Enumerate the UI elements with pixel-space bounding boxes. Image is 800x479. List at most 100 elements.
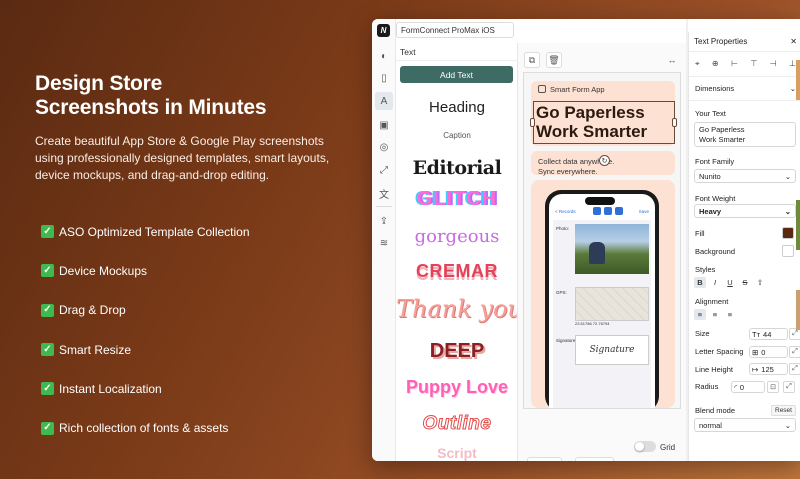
feature-label: Rich collection of fonts & assets (59, 421, 229, 436)
preset-thank-you[interactable]: Thank you (396, 295, 517, 323)
position-align-row: ⌖ ⊕ ⊢ ⊤ ⊣ ⊥ (689, 52, 800, 77)
padding-control[interactable]: ⇹89 ⌄ (527, 457, 562, 461)
align-text-right-icon[interactable]: ≡ (724, 309, 736, 320)
grid-label: Grid (660, 443, 676, 452)
preset-cremar[interactable]: CREMAR (396, 261, 517, 282)
font-family-select[interactable]: Nunito ⌄ (694, 169, 796, 183)
phone-screen: < Records Save Photo: GPS: 23.51786 72.7… (549, 194, 655, 408)
check-icon: ✓ (41, 303, 54, 317)
feature-label: Instant Localization (59, 381, 162, 396)
trash-icon[interactable]: 🗑 (546, 52, 562, 68)
grid-toggle-knob (635, 442, 644, 451)
radius-input[interactable]: ◜ 0 (731, 381, 765, 393)
app-window: N ◐ ▯ A ▣ ◎ ⤢ 文 ⇪ ≋ FormConnect ProMax i… (372, 19, 800, 461)
preset-gorgeous[interactable]: gorgeous (396, 226, 517, 247)
your-text-input[interactable]: Go Paperless Work Smarter (694, 122, 796, 147)
phone-back: < Records (555, 209, 576, 214)
app-logo: N (377, 24, 390, 37)
project-selector[interactable]: FormConnect ProMax iOS (396, 22, 514, 38)
app-tag: Smart Form App (538, 85, 605, 94)
preset-script[interactable]: Script (396, 445, 517, 461)
size-value: 44 (763, 329, 772, 339)
text-icon[interactable]: A (375, 92, 393, 110)
strikethrough-icon[interactable]: S (739, 277, 751, 288)
fill-color-swatch[interactable] (782, 227, 794, 239)
line-height-value: 125 (761, 364, 774, 374)
check-icon: ✓ (41, 421, 54, 435)
align-bottom-icon[interactable]: ⊥ (789, 59, 796, 69)
grid-toggle[interactable] (634, 441, 656, 452)
radius-label: Radius (695, 382, 719, 391)
properties-title: Text Properties (694, 37, 748, 46)
preset-deep[interactable]: DEEP (396, 340, 517, 363)
feature-list: ✓ ASO Optimized Template Collection ✓ Devi… (41, 212, 250, 448)
hero-title-line2: Screenshots in Minutes (35, 96, 267, 119)
dimensions-section[interactable]: Dimensions ⌄ (689, 77, 800, 101)
resize-handle-right[interactable] (672, 118, 677, 127)
background-label: Background (695, 247, 736, 256)
check-icon: ✓ (41, 343, 54, 357)
underline-icon[interactable]: U (724, 277, 736, 288)
preset-puppy-love[interactable]: Puppy Love (396, 377, 517, 398)
rotate-handle-icon[interactable]: ↻ (599, 155, 610, 166)
translate-icon[interactable]: 文 (375, 184, 393, 202)
preset-outline[interactable]: Outline (396, 413, 517, 435)
align-left-icon[interactable]: ⊢ (731, 59, 738, 69)
align-right-icon[interactable]: ⊣ (770, 59, 777, 69)
image-icon[interactable]: ▣ (375, 116, 393, 134)
duplicate-icon[interactable]: ⧉ (524, 52, 540, 68)
resize-icon[interactable]: ⤢ (375, 161, 393, 179)
reset-button[interactable]: Reset (771, 405, 796, 416)
palette-icon[interactable]: ◐ (375, 47, 393, 65)
phone-toolbar-icon (615, 207, 623, 215)
shapes-icon[interactable]: ◎ (375, 138, 393, 156)
close-icon[interactable]: ✕ (790, 37, 797, 46)
align-text-center-icon[interactable]: ≡ (709, 309, 721, 320)
blend-mode-select[interactable]: normal ⌄ (694, 418, 796, 432)
rail-divider (376, 206, 392, 207)
chevron-down-icon: ⌄ (784, 171, 791, 181)
feature-item: ✓ Rich collection of fonts & assets (41, 408, 250, 447)
italic-icon[interactable]: I (709, 277, 721, 288)
properties-header: Text Properties ✕ (689, 32, 800, 52)
size-input[interactable]: Tт 44 (749, 328, 788, 340)
preset-caption[interactable]: Caption (396, 131, 517, 140)
background-color-swatch[interactable] (782, 245, 794, 257)
chevron-down-icon: ⌄ (784, 206, 791, 216)
line-height-reset-icon[interactable]: ⤢ (789, 363, 800, 375)
align-center-h-icon[interactable]: ⌖ (695, 59, 700, 69)
layers-icon[interactable]: ≋ (375, 234, 393, 252)
letter-spacing-reset-icon[interactable]: ⤢ (789, 346, 800, 358)
feature-item: ✓ Instant Localization (41, 369, 250, 408)
text-properties-panel: Text Properties ✕ ⌖ ⊕ ⊢ ⊤ ⊣ ⊥ Dimensions… (688, 32, 800, 461)
align-center-v-icon[interactable]: ⊕ (712, 59, 719, 69)
radius-link-icon[interactable]: ⊡ (767, 381, 779, 393)
line-height-input[interactable]: ↦ 125 (749, 363, 788, 375)
phone-mockup[interactable]: < Records Save Photo: GPS: 23.51786 72.7… (545, 190, 659, 408)
screenshot-canvas[interactable]: Smart Form App Go Paperless Work Smarter… (523, 72, 681, 409)
preset-heading[interactable]: Heading (396, 99, 517, 116)
expand-width-icon[interactable]: ↔ (664, 52, 680, 68)
add-text-button[interactable]: Add Text (400, 66, 513, 83)
styles-label: Styles (695, 265, 716, 274)
device-icon[interactable]: ▯ (375, 69, 393, 87)
align-text-left-icon[interactable]: ≡ (694, 309, 706, 320)
resize-handle-left[interactable] (530, 118, 535, 127)
spacing-control[interactable]: ⟷32⌄ (575, 457, 615, 461)
your-text-line2: Work Smarter (699, 134, 746, 144)
selection-box[interactable] (533, 101, 675, 144)
align-top-icon[interactable]: ⊤ (750, 59, 757, 69)
font-weight-select[interactable]: Heavy ⌄ (694, 204, 796, 218)
radius-expand-icon[interactable]: ⤢ (783, 381, 795, 393)
dynamic-island (585, 197, 615, 205)
letter-spacing-input[interactable]: ⊞ 0 (749, 346, 788, 358)
letter-spacing-icon: ⊞ (752, 347, 759, 357)
uppercase-icon[interactable]: ⇧ (754, 277, 766, 288)
preset-editorial[interactable]: Editorial (396, 157, 517, 179)
export-icon[interactable]: ⇪ (375, 212, 393, 230)
preset-glitch[interactable]: GLITCH (396, 188, 517, 211)
bold-icon[interactable]: B (694, 277, 706, 288)
font-family-value: Nunito (699, 171, 721, 181)
text-align-buttons: ≡ ≡ ≡ (694, 309, 736, 320)
phone-toolbar-icon (604, 207, 612, 215)
